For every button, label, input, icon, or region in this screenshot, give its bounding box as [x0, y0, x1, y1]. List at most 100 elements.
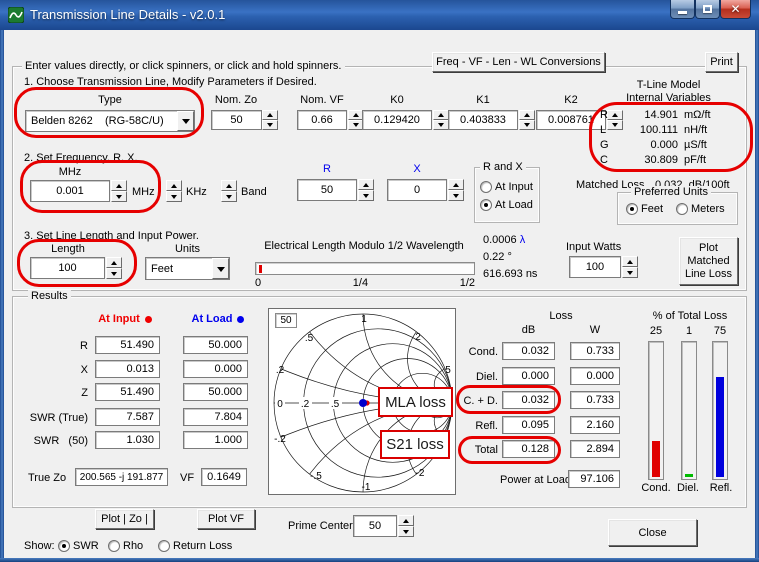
- z-at-load-value: 50.000: [183, 383, 248, 401]
- smith-label: 2: [415, 332, 421, 343]
- swr-true-at-load-value: 7.804: [183, 408, 248, 426]
- input-watts-input[interactable]: 100: [569, 256, 621, 278]
- degrees-value: 0.22 °: [483, 251, 512, 263]
- tline-row-g: G 0.000 µS/ft: [600, 139, 744, 154]
- result-row-label: X: [80, 364, 88, 376]
- x-at-input-value: 0.013: [95, 360, 160, 378]
- at-input-header: At Input: [85, 313, 165, 325]
- plot-vf-button[interactable]: Plot VF: [197, 509, 255, 529]
- type-dropdown[interactable]: Belden 8262 (RG-58C/U): [25, 110, 195, 132]
- units-meters-label: Meters: [691, 203, 725, 215]
- maximize-button[interactable]: [695, 0, 720, 19]
- randx-at-input-label: At Input: [495, 181, 533, 193]
- plot-zo-button[interactable]: Plot | Zo |: [95, 509, 154, 529]
- total-w-value: 2.894: [570, 440, 620, 458]
- prime-center-spinner[interactable]: [398, 515, 414, 537]
- s21-loss-callout: S21 loss: [380, 430, 450, 459]
- app-icon: [8, 7, 24, 23]
- conversions-button[interactable]: Freq - VF - Len - WL Conversions: [432, 52, 605, 72]
- randx-group-label: R and X: [480, 161, 526, 173]
- tline-sym: C: [600, 154, 608, 166]
- swr-true-at-input-value: 7.587: [95, 408, 160, 426]
- show-swr-radio[interactable]: [58, 540, 70, 552]
- electrical-length-scale: 0 1/4 1/2: [255, 277, 475, 289]
- mhz-input[interactable]: 0.001: [30, 180, 110, 202]
- length-spinner[interactable]: [106, 257, 122, 279]
- true-zo-label: True Zo: [28, 472, 67, 484]
- randx-group-box: [474, 167, 540, 223]
- x-spinner[interactable]: [448, 179, 464, 201]
- swr-50-at-input-value: 1.030: [95, 431, 160, 449]
- units-meters-radio[interactable]: [676, 203, 688, 215]
- smith-label: -.2: [274, 434, 286, 445]
- nom-vf-input[interactable]: 0.66: [297, 110, 347, 130]
- lambda-symbol: λ: [519, 234, 526, 246]
- chevron-down-icon[interactable]: [177, 111, 194, 131]
- z-at-input-value: 51.490: [95, 383, 160, 401]
- lambda-number: 0.0006: [483, 234, 517, 246]
- pct-cond-label: Cond.: [641, 482, 671, 494]
- cond-db-value: 0.032: [502, 342, 555, 360]
- units-dropdown[interactable]: Feet: [145, 257, 230, 280]
- vf-value: 0.1649: [201, 468, 247, 486]
- pct-cond-value: 25: [649, 325, 663, 337]
- r-input[interactable]: 50: [297, 179, 357, 201]
- x-label: X: [413, 163, 421, 175]
- refl-bar: [716, 377, 724, 477]
- tline-unit: mΩ/ft: [684, 109, 711, 121]
- khz-spinner[interactable]: [166, 180, 182, 202]
- tline-variables: R 14.901 mΩ/ft L 100.111 nH/ft G 0.000 µ…: [600, 109, 744, 169]
- prime-center-label: Prime Center: [288, 520, 353, 532]
- plot-matched-line-loss-button[interactable]: Plot Matched Line Loss: [679, 237, 738, 285]
- title-bar[interactable]: Transmission Line Details - v2.0.1 ✕: [0, 0, 759, 30]
- smith-label: 1: [361, 314, 367, 325]
- k2-input[interactable]: 0.008761: [536, 110, 606, 130]
- tline-sym: L: [600, 124, 607, 136]
- randx-at-load-radio[interactable]: [480, 199, 492, 211]
- mhz-unit-label: MHz: [132, 186, 155, 198]
- close-button[interactable]: Close: [608, 519, 697, 546]
- chevron-down-icon[interactable]: [212, 258, 229, 279]
- at-input-header-text: At Input: [98, 313, 140, 325]
- mhz-spinner[interactable]: [111, 180, 127, 202]
- show-return-loss-radio[interactable]: [158, 540, 170, 552]
- band-spinner[interactable]: [221, 180, 237, 202]
- pct-total-loss-title: % of Total Loss: [652, 310, 728, 322]
- length-input[interactable]: 100: [30, 257, 105, 279]
- tline-value: 100.111: [639, 124, 678, 136]
- loss-row-label: Cond.: [468, 346, 498, 358]
- r-spinner[interactable]: [358, 179, 374, 201]
- maximize-icon: [703, 5, 712, 13]
- x-input[interactable]: 0: [387, 179, 447, 201]
- units-feet-radio[interactable]: [626, 203, 638, 215]
- nom-zo-spinner[interactable]: [262, 110, 278, 130]
- nom-zo-input[interactable]: 50: [211, 110, 262, 130]
- tline-unit: µS/ft: [684, 139, 707, 151]
- smith-label: .5: [331, 399, 340, 410]
- results-group-label: Results: [28, 290, 71, 302]
- show-rho-radio[interactable]: [108, 540, 120, 552]
- cd-w-value: 0.733: [570, 391, 620, 409]
- prime-center-input[interactable]: 50: [353, 515, 397, 537]
- step1-heading: 1. Choose Transmission Line, Modify Para…: [24, 76, 317, 88]
- close-icon: ✕: [730, 2, 741, 16]
- show-return-loss-label: Return Loss: [173, 540, 233, 552]
- k1-spinner[interactable]: [519, 110, 535, 130]
- k1-label: K1: [476, 94, 490, 106]
- k1-input[interactable]: 0.403833: [448, 110, 518, 130]
- print-button[interactable]: Print: [705, 52, 738, 72]
- step3-heading: 3. Set Line Length and Input Power.: [24, 230, 199, 242]
- tline-row-l: L 100.111 nH/ft: [600, 124, 744, 139]
- pct-refl-value: 75: [713, 325, 727, 337]
- k0-input[interactable]: 0.129420: [362, 110, 432, 130]
- minimize-button[interactable]: [670, 0, 695, 19]
- nom-vf-label: Nom. VF: [300, 94, 344, 106]
- refl-bar-track: [712, 341, 728, 480]
- input-watts-spinner[interactable]: [622, 256, 638, 278]
- close-window-button[interactable]: ✕: [720, 0, 751, 19]
- smith-label: -1: [362, 482, 371, 493]
- k0-spinner[interactable]: [433, 110, 449, 130]
- randx-at-input-radio[interactable]: [480, 181, 492, 193]
- units-feet-label: Feet: [641, 203, 664, 215]
- tline-value: 14.901: [644, 109, 678, 121]
